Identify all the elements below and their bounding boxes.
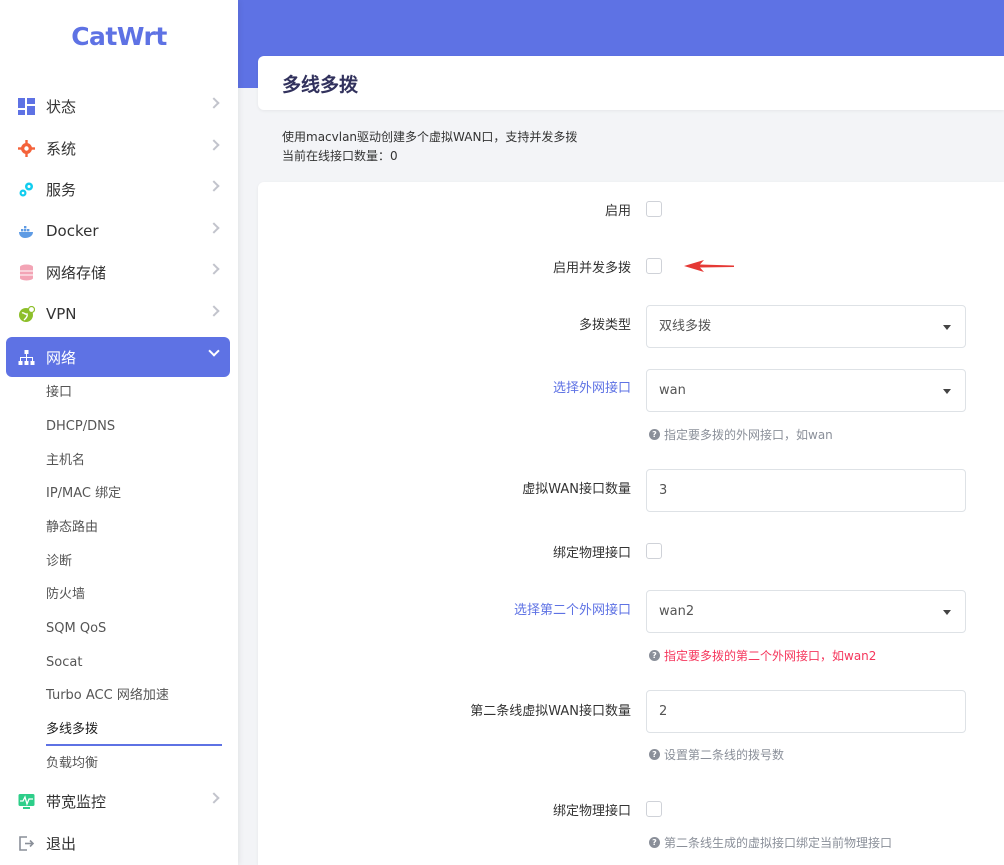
sidebar: CatWrt 状态 系统 服务 Docker 网络存储 VPN 网络 接口 DH…: [0, 0, 238, 865]
caret-down-icon: [943, 389, 951, 394]
vwan2-count-label: 第二条线虚拟WAN接口数量: [470, 704, 631, 719]
question-icon: ?: [649, 837, 660, 848]
chevron-right-icon: [208, 97, 220, 109]
network-icon: [18, 349, 35, 366]
caret-down-icon: [943, 325, 951, 330]
bind-physical2-checkbox[interactable]: [646, 801, 662, 817]
wan-interface-select[interactable]: wan: [646, 369, 966, 412]
caret-down-icon: [943, 610, 951, 615]
sidebar-sub-item[interactable]: SQM QoS: [46, 619, 106, 639]
select-value: wan2: [659, 604, 695, 619]
question-icon: ?: [649, 429, 660, 440]
sidebar-item-vpn[interactable]: VPN: [6, 294, 230, 334]
input-value: 2: [659, 704, 668, 719]
sidebar-item-storage[interactable]: 网络存储: [6, 252, 230, 292]
sidebar-sub-item[interactable]: 静态路由: [46, 518, 98, 538]
dashboard-icon: [18, 97, 35, 115]
sidebar-sub-item[interactable]: 诊断: [46, 552, 72, 572]
enable-label: 启用: [604, 204, 631, 219]
vwan-count-input[interactable]: 3: [646, 469, 966, 512]
bind-physical2-hint: ? 第二条线生成的虚拟接口绑定当前物理接口: [649, 834, 892, 851]
question-icon: ?: [649, 650, 660, 661]
vwan2-count-hint: ? 设置第二条线的拨号数: [649, 746, 784, 763]
page-title: 多线多拨: [282, 74, 359, 96]
online-count: 当前在线接口数量：0: [282, 149, 398, 163]
concurrent-checkbox[interactable]: [646, 258, 662, 274]
bind-physical-label: 绑定物理接口: [552, 546, 631, 561]
sidebar-item-label: 系统: [46, 139, 77, 158]
sidebar-sub-item[interactable]: IP/MAC 绑定: [46, 484, 121, 504]
chevron-right-icon: [208, 792, 220, 804]
input-value: 3: [659, 483, 668, 498]
chevron-right-icon: [208, 180, 220, 192]
sidebar-sub-item[interactable]: Turbo ACC 网络加速: [46, 686, 169, 706]
bind-physical2-label: 绑定物理接口: [552, 804, 631, 819]
active-indicator: [46, 744, 222, 746]
app-logo[interactable]: CatWrt: [0, 22, 238, 51]
vpn-icon: [18, 305, 35, 323]
enable-checkbox[interactable]: [646, 201, 662, 217]
settings-form: [258, 182, 1004, 865]
wan-interface-label[interactable]: 选择外网接口: [553, 377, 631, 396]
page-description: 使用macvlan驱动创建多个虚拟WAN口，支持并发多拨: [282, 130, 578, 144]
hint-text: 指定要多拨的第二个外网接口，如wan2: [664, 649, 877, 663]
sidebar-item-bandwidth[interactable]: 带宽监控: [6, 781, 230, 821]
docker-icon: [18, 223, 35, 240]
chevron-right-icon: [208, 222, 220, 234]
sidebar-item-docker[interactable]: Docker: [6, 211, 230, 251]
question-icon: ?: [649, 749, 660, 760]
multidial-type-label: 多拨类型: [578, 318, 631, 333]
sidebar-item-network[interactable]: 网络: [6, 337, 230, 377]
sidebar-item-label: VPN: [46, 305, 77, 323]
sidebar-item-label: 服务: [46, 180, 77, 199]
sidebar-item-label: 网络: [46, 348, 77, 367]
gear-icon: [18, 139, 35, 157]
sidebar-sub-item[interactable]: Socat: [46, 653, 82, 673]
wan-interface-hint: ? 指定要多拨的外网接口，如wan: [649, 426, 833, 443]
concurrent-label: 启用并发多拨: [552, 261, 631, 276]
sidebar-item-logout[interactable]: 退出: [6, 823, 230, 863]
select-value: wan: [659, 383, 686, 398]
sidebar-sub-item[interactable]: 接口: [46, 383, 72, 403]
logout-icon: [18, 835, 35, 852]
database-icon: [18, 264, 35, 281]
sidebar-item-label: 状态: [46, 97, 77, 116]
sidebar-sub-item[interactable]: 防火墙: [46, 585, 85, 605]
sidebar-item-label: Docker: [46, 222, 99, 240]
vwan-count-label: 虚拟WAN接口数量: [522, 482, 631, 497]
wan2-interface-label[interactable]: 选择第二个外网接口: [514, 599, 631, 618]
sidebar-sub-item[interactable]: 负载均衡: [46, 754, 98, 774]
monitor-icon: [18, 793, 35, 810]
sidebar-item-services[interactable]: 服务: [6, 169, 230, 209]
vwan2-count-input[interactable]: 2: [646, 690, 966, 733]
hint-text: 第二条线生成的虚拟接口绑定当前物理接口: [664, 836, 893, 850]
chevron-right-icon: [208, 263, 220, 275]
sidebar-sub-item[interactable]: 主机名: [46, 451, 85, 471]
chevron-right-icon: [208, 139, 220, 151]
services-icon: [18, 181, 35, 198]
select-value: 双线多拨: [659, 319, 712, 334]
chevron-right-icon: [208, 305, 220, 317]
sidebar-item-label: 网络存储: [46, 263, 107, 282]
sidebar-item-system[interactable]: 系统: [6, 128, 230, 168]
red-arrow-annotation: [684, 260, 734, 272]
hint-text: 指定要多拨的外网接口，如wan: [664, 428, 833, 442]
bind-physical-checkbox[interactable]: [646, 543, 662, 559]
chevron-down-icon: [208, 345, 220, 357]
wan2-interface-hint: ? 指定要多拨的第二个外网接口，如wan2: [649, 647, 876, 664]
sidebar-sub-item-current[interactable]: 多线多拨: [46, 720, 98, 740]
sidebar-item-label: 退出: [46, 834, 77, 853]
wan2-interface-select[interactable]: wan2: [646, 590, 966, 633]
sidebar-item-status[interactable]: 状态: [6, 86, 230, 126]
hint-text: 设置第二条线的拨号数: [664, 748, 785, 762]
sidebar-item-label: 带宽监控: [46, 792, 107, 811]
sidebar-sub-item[interactable]: DHCP/DNS: [46, 417, 115, 437]
title-card: 多线多拨: [258, 56, 1004, 110]
multidial-type-select[interactable]: 双线多拨: [646, 305, 966, 348]
